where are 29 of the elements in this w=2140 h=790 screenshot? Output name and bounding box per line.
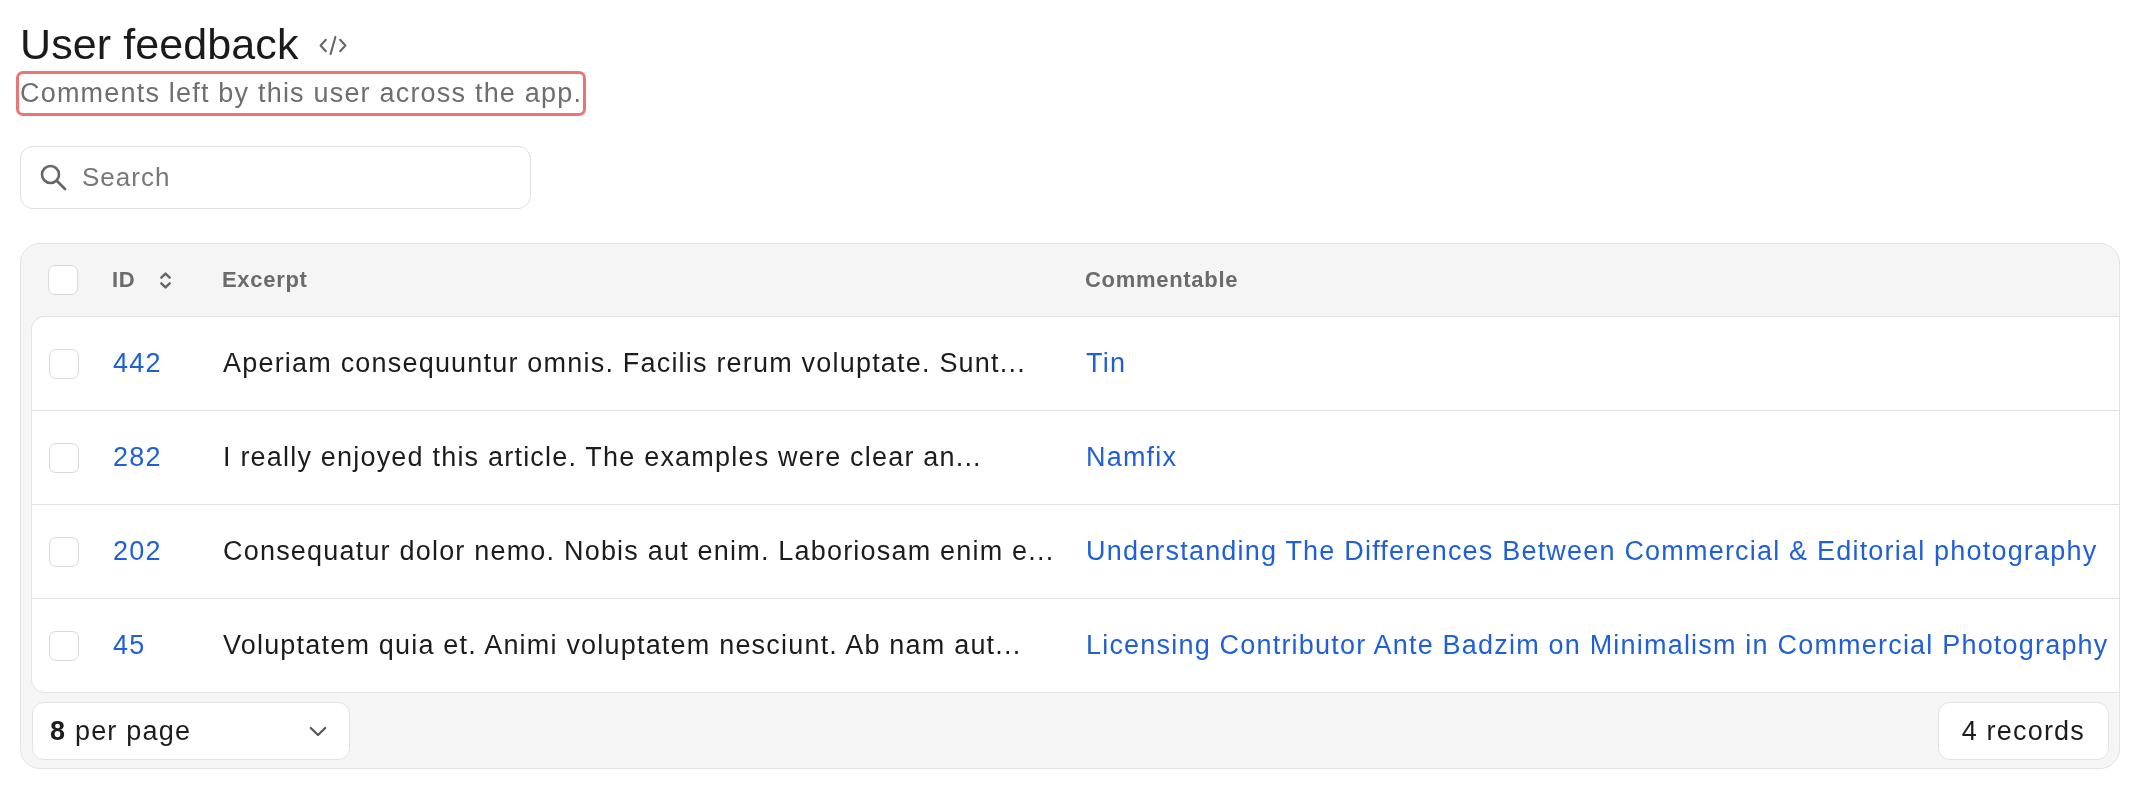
commentable-link[interactable]: Understanding The Differences Between Commercial & Editorial photography — [1086, 536, 2098, 566]
sort-icon[interactable] — [159, 269, 173, 291]
page-title: User feedback — [20, 19, 299, 69]
column-header: Commentable — [1085, 267, 1239, 293]
id-link[interactable]: 45 — [113, 630, 146, 660]
code-icon[interactable] — [318, 34, 347, 56]
search-field[interactable]: Search — [20, 146, 531, 209]
comment-excerpt: I really enjoyed this article. The examples were clear an... — [223, 442, 982, 472]
row-checkbox[interactable] — [49, 536, 79, 567]
column-header: Excerpt — [222, 267, 308, 293]
comment-excerpt: Aperiam consequuntur omnis. Facilis rerum voluptate. Sunt... — [223, 348, 1026, 378]
record-count: 4 records — [1937, 702, 2109, 760]
commentable-link[interactable]: Licensing Contributor Ante Badzim on Minimalism in Commercial Photography — [1086, 630, 2109, 660]
per-page-select[interactable]: 8 per page — [32, 702, 350, 760]
page-subtitle: Comments left by this user across the app. — [16, 71, 587, 116]
id-link[interactable]: 282 — [113, 442, 162, 472]
row-checkbox[interactable] — [49, 348, 79, 379]
row-checkbox[interactable] — [49, 630, 79, 661]
chevron-down-icon — [309, 725, 327, 737]
select-all-checkbox[interactable] — [48, 265, 78, 295]
comment-excerpt: Consequatur dolor nemo. Nobis aut enim. Laboriosam enim e... — [223, 536, 1055, 566]
row-checkbox[interactable] — [49, 442, 79, 473]
id-link[interactable]: 442 — [113, 348, 162, 378]
commentable-link[interactable]: Namfix — [1086, 442, 1178, 472]
column-header[interactable]: ID — [112, 267, 173, 293]
commentable-link[interactable]: Tin — [1086, 348, 1127, 378]
id-link[interactable]: 202 — [113, 536, 162, 566]
comment-excerpt: Voluptatem quia et. Animi voluptatem nesciunt. Ab nam aut... — [223, 630, 1022, 660]
search-icon — [39, 163, 67, 191]
